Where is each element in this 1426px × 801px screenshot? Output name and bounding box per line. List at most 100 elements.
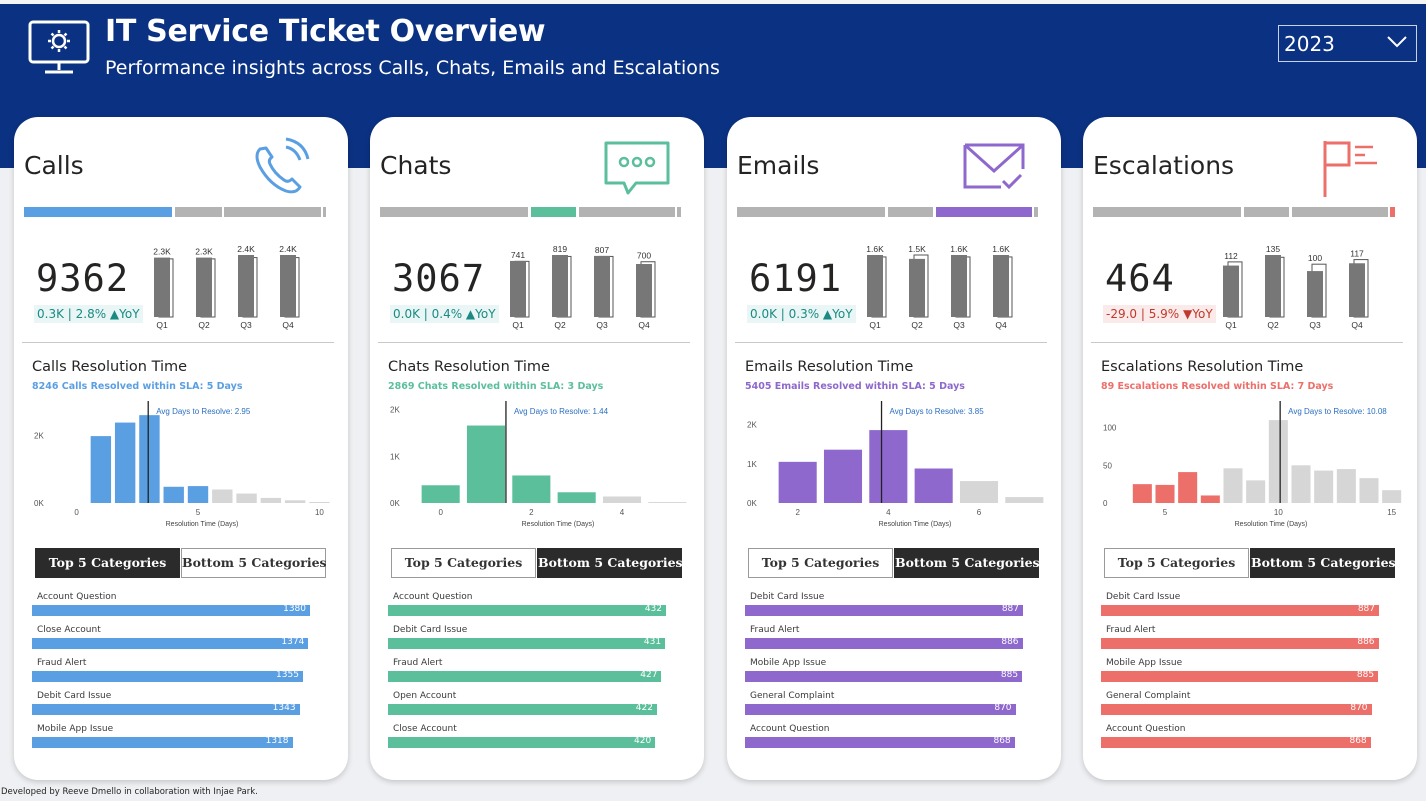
header-top-edge [0, 0, 1426, 4]
calls-histogram-bar [284, 500, 306, 503]
chats-category-bar: 427 [388, 670, 662, 682]
escalations-category-value: 870 [1350, 703, 1368, 713]
chats-y-tick-label: 0K [390, 499, 400, 508]
emails-bottom5-button[interactable]: Bottom 5 Categories [894, 548, 1040, 578]
calls-category-value: 1343 [272, 703, 296, 713]
chats-indicator-segment [380, 207, 528, 217]
emails-category-name: Fraud Alert [750, 625, 800, 635]
emails-category-bar: 885 [745, 670, 1023, 682]
year-dropdown[interactable]: 2023 [1278, 25, 1417, 62]
emails-indicator-segment [936, 207, 1032, 217]
calls-q-tick-label: Q1 [156, 320, 168, 330]
escalations-category-name: Account Question [1106, 724, 1186, 734]
escalations-histogram-bar [1382, 490, 1402, 503]
emails-category-value: 885 [1000, 670, 1019, 680]
calls-histogram-bar [114, 422, 136, 503]
escalations-y-tick-label: 100 [1103, 424, 1117, 433]
escalations-category-value: 887 [1357, 604, 1375, 614]
calls-indicator-segment [24, 207, 172, 217]
escalations-avg-label: Avg Days to Resolve: 10.08 [1288, 407, 1387, 416]
escalations-resolution-histogram: 100 50 0 5 10 15 Resolution Time (Days) Avg Day… [1103, 401, 1402, 528]
escalations-histogram-bar [1178, 472, 1198, 503]
calls-q-value-label: 2.3K [195, 247, 213, 257]
calls-quarterly-chart: 2.3K Q1 2.3K Q2 2.4K Q3 2.4K Q4 [153, 244, 300, 330]
phone-icon [255, 137, 310, 194]
calls-q-tick-label: Q3 [240, 320, 252, 330]
escalations-q-bar [1223, 265, 1239, 317]
escalations-category-list: Debit Card Issue 887 Fraud Alert 886 Mobile … [1083, 587, 1417, 767]
chats-top5-button[interactable]: Top 5 Categories [391, 548, 536, 578]
chats-q-bar [552, 255, 568, 317]
calls-category-bar: 1318 [32, 736, 293, 748]
chats-sla-summary: 2869 Chats Resolved within SLA: 3 Days [388, 381, 604, 392]
calls-q-bar [196, 257, 212, 317]
chats-category-value: 422 [635, 703, 653, 713]
chats-yoy-change: 0.0K | 0.4% ▲YoY [390, 305, 499, 323]
calls-avg-label: Avg Days to Resolve: 2.95 [156, 407, 251, 416]
emails-q-tick-label: Q1 [869, 320, 881, 330]
year-dropdown-value: 2023 [1284, 32, 1335, 56]
escalations-category-name: Fraud Alert [1106, 625, 1156, 635]
escalations-card: Escalations 464 -29.0 | 5.9% ▼YoY 112 Q1 135 Q… [1083, 117, 1417, 780]
calls-total-value: 9362 [36, 257, 130, 300]
calls-bottom5-button[interactable]: Bottom 5 Categories [181, 548, 327, 578]
chats-indicator-segment [531, 207, 576, 217]
chats-x-axis-label: Resolution Time (Days) [522, 521, 595, 528]
emails-category-bar: 870 [745, 703, 1016, 715]
calls-top5-button[interactable]: Top 5 Categories [35, 548, 180, 578]
calls-x-tick-label: 10 [315, 508, 324, 517]
calls-card: Calls 9362 0.3K | 2.8% ▲YoY 2.3K Q1 2.3K Q2 2.4… [14, 117, 348, 780]
calls-category-name: Fraud Alert [37, 658, 87, 668]
escalations-x-tick-label: 10 [1274, 508, 1283, 517]
calls-q-bar [280, 255, 296, 317]
calls-category-name: Mobile App Issue [37, 724, 114, 734]
emails-q-bar [951, 255, 967, 317]
chats-category-toggle: Top 5 Categories Bottom 5 Categories [391, 548, 683, 578]
escalations-indicator-segment [1292, 207, 1388, 217]
flag-icon [1323, 141, 1377, 197]
chats-category-name: Open Account [393, 691, 457, 701]
escalations-top5-button[interactable]: Top 5 Categories [1104, 548, 1249, 578]
emails-top5-button[interactable]: Top 5 Categories [748, 548, 893, 578]
chats-bottom5-button[interactable]: Bottom 5 Categories [537, 548, 683, 578]
mail-icon-check [1001, 173, 1023, 190]
chats-q-bar [636, 264, 652, 317]
emails-x-tick-label: 4 [886, 508, 891, 517]
escalations-category-value: 886 [1357, 637, 1375, 647]
emails-total-value: 6191 [749, 257, 843, 300]
calls-indicator-segment [175, 207, 222, 217]
emails-x-axis-label: Resolution Time (Days) [879, 521, 952, 528]
calls-category-toggle: Top 5 Categories Bottom 5 Categories [35, 548, 327, 578]
emails-q-tick-label: Q3 [953, 320, 965, 330]
calls-x-tick-label: 0 [74, 508, 79, 517]
emails-category-name: Account Question [750, 724, 830, 734]
escalations-total-value: 464 [1105, 257, 1175, 300]
escalations-yoy-change: -29.0 | 5.9% ▼YoY [1103, 305, 1216, 323]
escalations-x-tick-label: 15 [1387, 508, 1396, 517]
calls-yoy-change: 0.3K | 2.8% ▲YoY [34, 305, 143, 323]
calls-histogram-bar [309, 501, 330, 503]
escalations-resolution-title: Escalations Resolution Time [1101, 359, 1304, 375]
escalations-histogram-bar [1132, 484, 1152, 503]
chats-category-bar: 422 [388, 703, 657, 715]
chats-q-value-label: 700 [637, 251, 651, 261]
escalations-category-bar: 886 [1101, 637, 1379, 649]
escalations-histogram-bar [1246, 480, 1266, 503]
calls-q-bar [238, 255, 254, 317]
emails-q-value-label: 1.6K [950, 244, 968, 254]
escalations-q-tick-label: Q2 [1267, 320, 1279, 330]
escalations-sla-summary: 89 Escalations Resolved within SLA: 7 Da… [1101, 381, 1334, 392]
escalations-histogram-bar [1314, 470, 1334, 503]
calls-histogram-bar [260, 497, 282, 503]
chats-q-bar [594, 255, 610, 317]
calls-category-value: 1374 [281, 637, 305, 647]
emails-y-tick-label: 2K [747, 421, 757, 430]
calls-category-name: Debit Card Issue [37, 691, 112, 701]
emails-category-value: 870 [994, 703, 1012, 713]
calls-card-title: Calls [24, 151, 84, 180]
escalations-q-bar [1265, 255, 1281, 317]
chat-icon [604, 141, 670, 195]
escalations-bottom5-button[interactable]: Bottom 5 Categories [1250, 548, 1396, 578]
emails-q-bar [909, 258, 925, 317]
emails-category-bar: 887 [745, 604, 1023, 616]
